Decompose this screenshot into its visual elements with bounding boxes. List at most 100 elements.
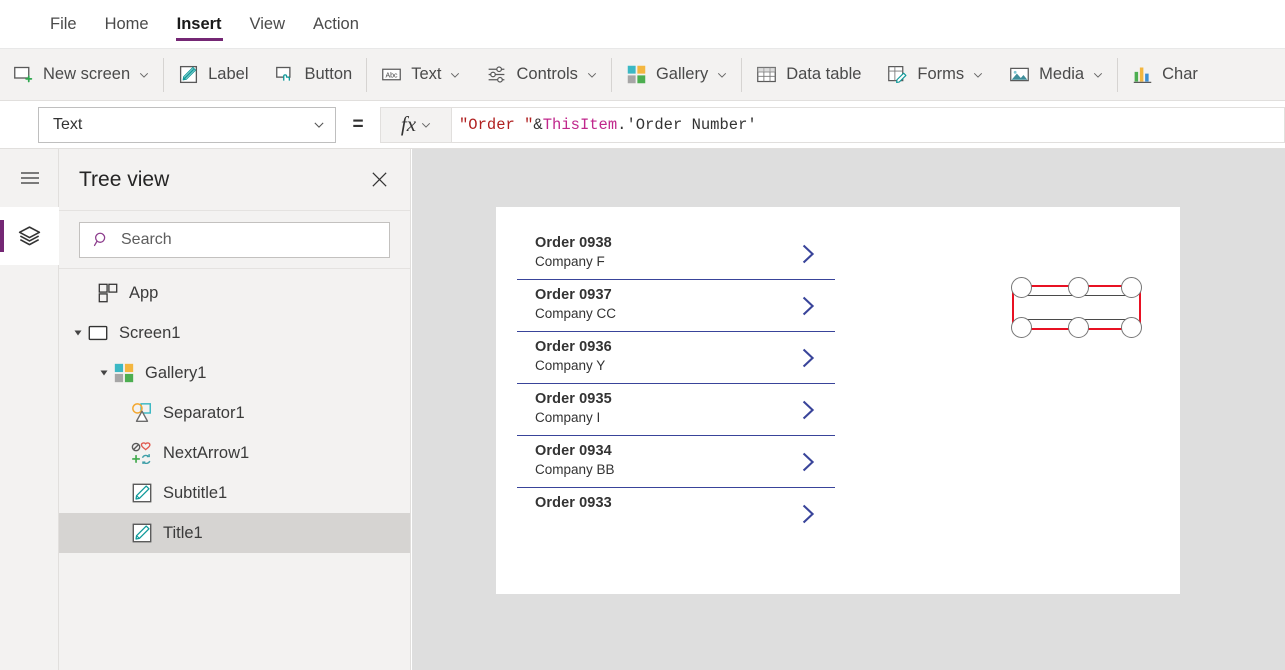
tree-view-panel: Tree view Search App Screen1 Gallery1 Se… — [59, 149, 411, 670]
next-arrow-icon[interactable] — [797, 398, 819, 422]
chevron-down-icon — [140, 72, 149, 78]
menu-item-home[interactable]: Home — [91, 0, 163, 47]
next-arrow-icon[interactable] — [797, 502, 819, 526]
ribbon-controls-button[interactable]: Controls — [473, 56, 609, 94]
ribbon-new-screen-button[interactable]: New screen — [0, 56, 162, 94]
expander-placeholder — [79, 273, 97, 313]
ribbon-button-label: Button — [304, 65, 353, 83]
tree-item-subtitle1[interactable]: Subtitle1 — [59, 473, 410, 513]
menu-item-file[interactable]: File — [36, 0, 91, 47]
tree-search-container: Search — [59, 211, 410, 269]
svg-text:Abc: Abc — [386, 72, 399, 79]
resize-handle-top-center[interactable] — [1068, 277, 1089, 298]
gallery-row[interactable]: Order 0936 Company Y — [517, 332, 835, 384]
tree-search-box[interactable]: Search — [79, 221, 390, 258]
formula-token-object: ThisItem — [542, 115, 618, 134]
gallery-row[interactable]: Order 0933 — [517, 488, 835, 540]
property-selector-value: Text — [53, 115, 83, 133]
formula-token-property: .'Order Number' — [617, 115, 757, 134]
hamburger-menu-button[interactable] — [0, 149, 59, 207]
left-rail — [0, 149, 59, 670]
tree-item-label: Title1 — [163, 523, 203, 542]
fx-button[interactable]: fx — [380, 106, 452, 143]
row-subtitle: Company Y — [535, 358, 606, 373]
gallery-row[interactable]: Order 0937 Company CC — [517, 280, 835, 332]
equals-sign: = — [352, 113, 364, 135]
ribbon-forms-label: Forms — [917, 65, 965, 83]
ribbon-charts-button[interactable]: Char — [1119, 56, 1211, 94]
row-title: Order 0936 — [535, 339, 612, 355]
next-arrow-icon[interactable] — [797, 242, 819, 266]
chevron-down-icon — [314, 122, 324, 128]
row-title: Order 0937 — [535, 287, 612, 303]
menu-item-view[interactable]: View — [236, 0, 299, 47]
ribbon-gallery-button[interactable]: Gallery — [613, 56, 740, 94]
forms-icon — [888, 66, 907, 83]
ribbon-label-label: Label — [208, 65, 249, 83]
ribbon-data-table-label: Data table — [786, 65, 862, 83]
row-title: Order 0935 — [535, 391, 612, 407]
ribbon-controls-label: Controls — [516, 65, 578, 83]
tree-item-screen1[interactable]: Screen1 — [59, 313, 410, 353]
shapes-icon — [132, 403, 151, 422]
ribbon-divider — [163, 57, 165, 92]
row-subtitle: Company BB — [535, 462, 615, 477]
gallery1-control[interactable]: Order 0938 Company F Order 0937 Company … — [517, 228, 835, 540]
resize-handle-top-left[interactable] — [1011, 277, 1032, 298]
gallery-grid-icon — [627, 65, 646, 84]
menu-item-action[interactable]: Action — [299, 0, 373, 47]
ribbon-divider — [741, 57, 743, 92]
tree-item-label: Gallery1 — [145, 363, 207, 382]
row-subtitle: Company CC — [535, 306, 617, 321]
tree-item-label: Subtitle1 — [163, 483, 228, 502]
chevron-down-icon — [587, 72, 597, 78]
fx-label: fx — [400, 112, 417, 136]
ribbon-label-button[interactable]: Label — [165, 56, 261, 94]
charts-bar-icon — [1133, 67, 1152, 83]
tree-item-gallery1[interactable]: Gallery1 — [59, 353, 410, 393]
menu-bar: File Home Insert View Action — [0, 0, 1285, 49]
tree-view-rail-button[interactable] — [0, 207, 59, 265]
ribbon-divider — [1117, 57, 1119, 92]
tree-item-nextarrow1[interactable]: NextArrow1 — [59, 433, 410, 473]
resize-handle-bottom-left[interactable] — [1011, 317, 1032, 338]
tree-item-separator1[interactable]: Separator1 — [59, 393, 410, 433]
ribbon-data-table-button[interactable]: Data table — [743, 56, 874, 94]
expander-expanded-icon[interactable] — [95, 353, 113, 393]
close-panel-button[interactable] — [364, 165, 394, 195]
gallery-row[interactable]: Order 0935 Company I — [517, 384, 835, 436]
ribbon-divider — [366, 57, 368, 92]
formula-bar: Text = fx "Order " & ThisItem .'Order Nu… — [0, 101, 1285, 149]
ribbon-button-button[interactable]: Button — [262, 56, 366, 94]
formula-input[interactable]: "Order " & ThisItem .'Order Number' — [452, 106, 1285, 143]
tree-item-title1[interactable]: Title1 — [59, 513, 410, 553]
ribbon-forms-button[interactable]: Forms — [874, 56, 996, 94]
tree-item-label: Separator1 — [163, 403, 245, 422]
resize-handle-bottom-center[interactable] — [1068, 317, 1089, 338]
resize-handle-bottom-right[interactable] — [1121, 317, 1142, 338]
menu-item-insert[interactable]: Insert — [163, 0, 236, 47]
tree-view-layers-icon — [18, 225, 41, 245]
resize-handle-top-right[interactable] — [1121, 277, 1142, 298]
gallery-row[interactable]: Order 0934 Company BB — [517, 436, 835, 488]
app-icon — [98, 283, 118, 303]
ribbon-text-button[interactable]: Abc Text — [368, 56, 473, 94]
text-abc-icon: Abc — [382, 68, 402, 81]
label-icon — [180, 65, 198, 84]
next-arrow-icon[interactable] — [797, 450, 819, 474]
property-selector[interactable]: Text — [38, 106, 336, 143]
app-screen-canvas[interactable]: Order 0938 Company F Order 0937 Company … — [496, 207, 1180, 594]
gallery-row[interactable]: Order 0938 Company F — [517, 228, 835, 280]
gallery-icon — [114, 363, 134, 383]
button-icon — [275, 66, 291, 81]
tree-item-app[interactable]: App — [59, 273, 410, 313]
search-icon — [93, 232, 106, 247]
next-arrow-icon[interactable] — [797, 346, 819, 370]
chevron-down-icon — [421, 122, 431, 128]
icons-icon — [131, 442, 151, 464]
ribbon-media-button[interactable]: Media — [996, 56, 1116, 94]
expander-expanded-icon[interactable] — [69, 313, 87, 353]
next-arrow-icon[interactable] — [797, 294, 819, 318]
triangle-down-icon — [100, 370, 108, 376]
power-apps-studio: File Home Insert View Action New screen … — [0, 0, 1285, 670]
